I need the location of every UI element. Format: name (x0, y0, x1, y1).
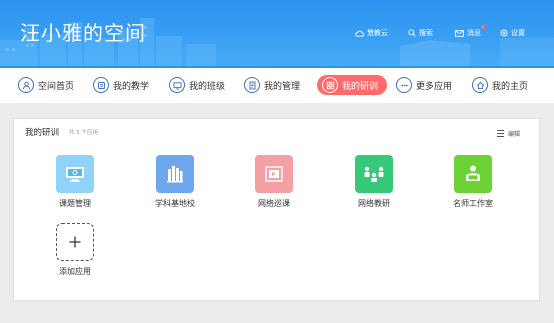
app-master-teacher-studio[interactable]: 名师工作室 (433, 155, 513, 209)
menu-icon (496, 130, 504, 137)
messages-link-label: 消息 (467, 25, 485, 38)
cloud-link-label: 慧教云 (367, 29, 388, 37)
app-label: 网络巡课 (258, 199, 290, 208)
search-link-label: 搜索 (419, 29, 433, 37)
document-icon (244, 77, 260, 93)
nav-top-line (0, 66, 554, 68)
monitor-icon (169, 77, 185, 93)
edit-label: 编辑 (507, 131, 520, 138)
add-app-button[interactable]: 添加应用 (35, 223, 115, 277)
search-icon (408, 29, 416, 37)
mail-icon (455, 29, 464, 37)
search-link[interactable]: 搜索 (408, 28, 433, 38)
nav-item-label: 我的研训 (342, 81, 379, 92)
app-label: 网络教研 (358, 199, 390, 208)
video-icon (255, 155, 293, 193)
plus-icon (56, 223, 94, 261)
nav-item-my-homepage[interactable]: 我的主页 (472, 75, 528, 95)
cloud-icon (355, 30, 364, 37)
nav-item-label: 我的班级 (189, 81, 226, 92)
settings-link-label: 设置 (511, 29, 525, 37)
messages-link[interactable]: 消息 (455, 25, 485, 38)
panel-title: 我的研训 (25, 128, 60, 138)
nav-item-my-management[interactable]: 我的管理 (244, 75, 300, 95)
gear-icon (500, 29, 508, 37)
building-icon (156, 155, 194, 193)
nav-item-my-class[interactable]: 我的班级 (169, 75, 225, 95)
nav-item-label: 更多应用 (416, 81, 453, 92)
add-app-label: 添加应用 (59, 267, 91, 276)
app-label: 课题管理 (59, 199, 91, 208)
nav-item-my-research[interactable]: 我的研训 (317, 75, 388, 95)
settings-link[interactable]: 设置 (500, 28, 525, 38)
book-icon (93, 77, 109, 93)
header-banner: 汪小雅的空间 慧教云 搜索 消息 设置 (0, 0, 554, 66)
grid-icon (322, 77, 338, 93)
app-online-class-patrol[interactable]: 网络巡课 (234, 155, 314, 209)
research-panel: 我的研训 共 5 个应用 编辑 课题管理 学科基地校 网络巡课 网络教研 名师工… (13, 118, 540, 301)
more-icon (396, 77, 412, 93)
meeting-icon (355, 155, 393, 193)
user-icon (18, 77, 34, 93)
app-label: 名师工作室 (453, 199, 493, 208)
app-count: 共 5 个应用 (69, 130, 98, 136)
space-title: 汪小雅的空间 (20, 21, 146, 45)
cloud-link[interactable]: 慧教云 (355, 28, 388, 38)
app-label: 学科基地校 (155, 199, 195, 208)
monitor-gear-icon (56, 155, 94, 193)
nav-item-my-teaching[interactable]: 我的教学 (93, 75, 149, 95)
nav-item-label: 我的管理 (264, 81, 301, 92)
app-subject-base-school[interactable]: 学科基地校 (135, 155, 215, 209)
nav-item-label: 我的主页 (492, 81, 529, 92)
nav-item-label: 我的教学 (113, 81, 150, 92)
nav-item-space-home[interactable]: 空间首页 (18, 75, 74, 95)
unread-dot (481, 25, 485, 29)
app-online-research[interactable]: 网络教研 (334, 155, 414, 209)
nav-item-more-apps[interactable]: 更多应用 (396, 75, 452, 95)
edit-button[interactable]: 编辑 (496, 129, 520, 138)
app-topic-management[interactable]: 课题管理 (35, 155, 115, 209)
nav-item-label: 空间首页 (38, 81, 75, 92)
main-nav: 空间首页 我的教学 我的班级 我的管理 我的研训 更多应用 我的主页 (0, 66, 554, 103)
home-icon (472, 77, 488, 93)
teacher-icon (454, 155, 492, 193)
